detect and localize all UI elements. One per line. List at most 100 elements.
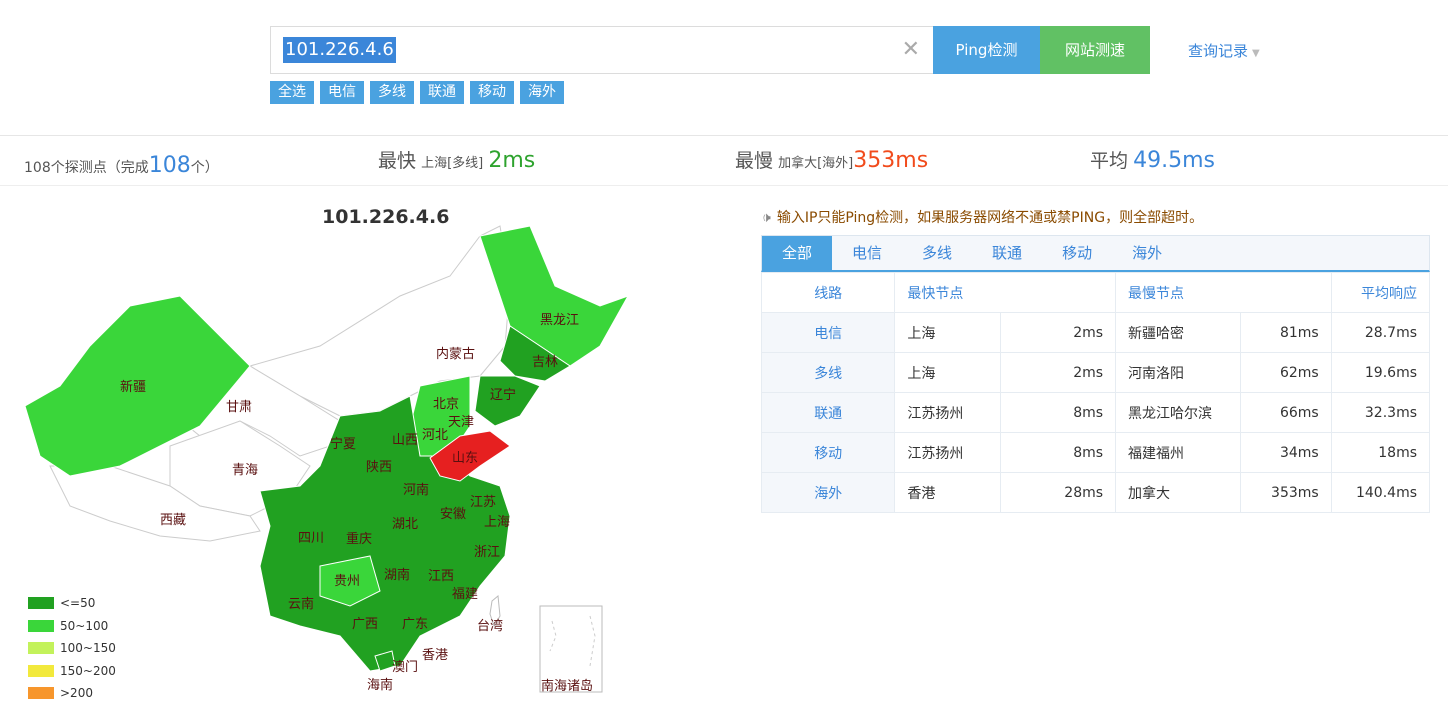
label-tianjin: 天津 xyxy=(448,415,474,430)
row-slow-node: 福建福州 xyxy=(1115,432,1242,473)
fastest-value: 2ms xyxy=(488,148,536,173)
row-fast-ms: 28ms xyxy=(1000,472,1117,513)
tab-all[interactable]: 全部 xyxy=(762,236,833,271)
label-jiangxi: 江西 xyxy=(428,569,454,584)
row-fast-ms: 8ms xyxy=(1000,432,1117,473)
row-slow-ms: 353ms xyxy=(1240,472,1332,513)
filter-telecom[interactable]: 电信 xyxy=(320,81,364,104)
row-fast-node: 上海 xyxy=(894,352,1001,393)
legend-item: 50~100 xyxy=(28,615,116,638)
tab-overseas[interactable]: 海外 xyxy=(1112,236,1182,271)
divider xyxy=(0,185,1448,186)
probe-count-prefix: 108个探测点（完成 xyxy=(24,160,149,176)
label-hebei: 河北 xyxy=(422,428,448,443)
notice: 🕩 输入IP只能Ping检测，如果服务器网络不通或禁PING，则全部超时。 xyxy=(762,207,1203,227)
label-jilin: 吉林 xyxy=(532,355,558,370)
filter-all[interactable]: 全选 xyxy=(270,81,314,104)
filter-mobile[interactable]: 移动 xyxy=(470,81,514,104)
row-line: 海外 xyxy=(760,472,896,513)
label-zhejiang: 浙江 xyxy=(474,545,500,560)
table-row: 电信 上海 2ms 新疆哈密 81ms 28.7ms xyxy=(760,312,1431,353)
legend-item: >200 xyxy=(28,682,116,705)
filter-overseas[interactable]: 海外 xyxy=(520,81,564,104)
row-line: 电信 xyxy=(760,312,896,353)
row-fast-node: 香港 xyxy=(894,472,1001,513)
tab-mobile[interactable]: 移动 xyxy=(1042,236,1112,271)
label-tibet: 西藏 xyxy=(160,513,186,528)
row-fast-ms: 2ms xyxy=(1000,352,1117,393)
header-slowest: 最慢节点 xyxy=(1115,272,1332,313)
row-line: 移动 xyxy=(760,432,896,473)
table-row: 多线 上海 2ms 河南洛阳 62ms 19.6ms xyxy=(760,352,1431,393)
filter-multiline[interactable]: 多线 xyxy=(370,81,414,104)
label-hubei: 湖北 xyxy=(392,517,418,532)
label-hongkong: 香港 xyxy=(422,648,448,663)
table-row: 海外 香港 28ms 加拿大 353ms 140.4ms xyxy=(760,472,1431,513)
fastest-stat: 最快 上海[多线] 2ms xyxy=(378,146,535,173)
history-dropdown[interactable]: 查询记录 ▼ xyxy=(1188,40,1260,61)
province-inner-mongolia xyxy=(248,225,511,417)
label-ningxia: 宁夏 xyxy=(330,436,356,452)
label-chongqing: 重庆 xyxy=(346,531,372,547)
search-input[interactable]: 101.226.4.6 xyxy=(283,37,396,63)
label-shandong: 山东 xyxy=(452,451,478,466)
slowest-label: 最慢 xyxy=(735,150,774,172)
label-hunan: 湖南 xyxy=(384,567,410,583)
results-table: 线路 最快节点 最慢节点 平均响应 电信 上海 2ms 新疆哈密 81ms 28… xyxy=(760,272,1431,513)
tab-multiline[interactable]: 多线 xyxy=(902,236,972,271)
average-label: 平均 xyxy=(1090,150,1129,172)
label-qinghai: 青海 xyxy=(232,463,258,478)
row-slow-node: 河南洛阳 xyxy=(1115,352,1242,393)
map-legend: <=50 50~100 100~150 150~200 >200 xyxy=(28,592,116,705)
row-avg: 19.6ms xyxy=(1330,352,1431,393)
label-fujian: 福建 xyxy=(452,587,478,602)
legend-item: 150~200 xyxy=(28,660,116,683)
chevron-down-icon: ▼ xyxy=(1252,48,1260,59)
probe-count-suffix: 个） xyxy=(190,160,219,176)
probe-count: 108个探测点（完成108个） xyxy=(24,153,219,178)
label-liaoning: 辽宁 xyxy=(490,387,516,403)
slowest-value: 353ms xyxy=(853,148,929,173)
row-fast-node: 上海 xyxy=(894,312,1001,353)
speed-test-button[interactable]: 网站测速 xyxy=(1040,26,1150,74)
close-icon[interactable]: ✕ xyxy=(902,37,920,63)
header-line: 线路 xyxy=(760,272,896,313)
table-row: 移动 江苏扬州 8ms 福建福州 34ms 18ms xyxy=(760,432,1431,473)
table-header-row: 线路 最快节点 最慢节点 平均响应 xyxy=(760,272,1431,313)
header-fastest: 最快节点 xyxy=(894,272,1116,313)
tab-telecom[interactable]: 电信 xyxy=(832,236,902,271)
header-average: 平均响应 xyxy=(1330,272,1431,313)
tab-unicom[interactable]: 联通 xyxy=(972,236,1042,271)
history-label: 查询记录 xyxy=(1188,42,1249,60)
table-row: 联通 江苏扬州 8ms 黑龙江哈尔滨 66ms 32.3ms xyxy=(760,392,1431,433)
row-slow-ms: 66ms xyxy=(1240,392,1332,433)
average-value: 49.5ms xyxy=(1133,148,1215,173)
legend-item: 100~150 xyxy=(28,637,116,660)
search-box[interactable]: 101.226.4.6 ✕ xyxy=(270,26,934,74)
label-sichuan: 四川 xyxy=(298,531,324,546)
divider xyxy=(0,135,1448,136)
row-fast-node: 江苏扬州 xyxy=(894,432,1001,473)
row-slow-ms: 62ms xyxy=(1240,352,1332,393)
label-south-china-sea: 南海诸岛 xyxy=(541,678,593,694)
row-fast-node: 江苏扬州 xyxy=(894,392,1001,433)
label-guangdong: 广东 xyxy=(402,617,428,632)
ping-button[interactable]: Ping检测 xyxy=(933,26,1040,74)
average-stat: 平均 49.5ms xyxy=(1090,146,1215,173)
row-slow-ms: 81ms xyxy=(1240,312,1332,353)
filter-unicom[interactable]: 联通 xyxy=(420,81,464,104)
label-beijing: 北京 xyxy=(433,397,459,412)
probe-count-done: 108 xyxy=(148,153,191,178)
label-yunnan: 云南 xyxy=(288,596,314,612)
row-fast-ms: 2ms xyxy=(1000,312,1117,353)
row-fast-ms: 8ms xyxy=(1000,392,1117,433)
notice-text: 输入IP只能Ping检测，如果服务器网络不通或禁PING，则全部超时。 xyxy=(776,210,1204,226)
row-avg: 18ms xyxy=(1330,432,1431,473)
label-taiwan: 台湾 xyxy=(477,618,503,634)
row-avg: 140.4ms xyxy=(1330,472,1431,513)
row-slow-node: 加拿大 xyxy=(1115,472,1242,513)
label-guangxi: 广西 xyxy=(352,617,378,632)
fastest-label: 最快 xyxy=(378,150,417,172)
label-gansu: 甘肃 xyxy=(226,400,252,415)
speaker-icon: 🕩 xyxy=(762,210,771,226)
